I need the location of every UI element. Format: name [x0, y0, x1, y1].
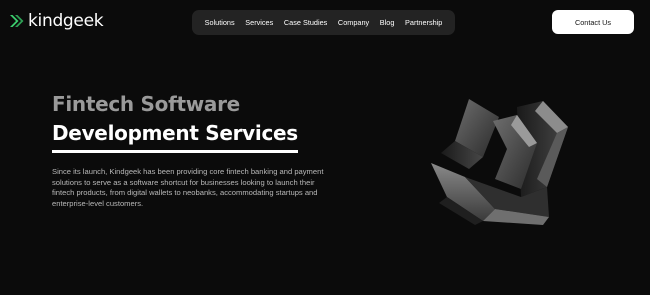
brand-logo[interactable]: kindgeek — [9, 11, 104, 31]
nav-item-case-studies[interactable]: Case Studies — [284, 18, 327, 27]
hero-title-line2: Development Services — [52, 119, 298, 153]
site-header: kindgeek Solutions Services Case Studies… — [0, 0, 650, 46]
hero-description: Since its launch, Kindgeek has been prov… — [52, 167, 324, 208]
contact-us-button[interactable]: Contact Us — [552, 10, 634, 34]
brand-name: kindgeek — [28, 11, 104, 31]
nav-item-blog[interactable]: Blog — [380, 18, 395, 27]
nav-item-company[interactable]: Company — [338, 18, 369, 27]
nav-item-partnership[interactable]: Partnership — [405, 18, 442, 27]
double-chevron-logo-icon — [10, 15, 24, 27]
nav-item-services[interactable]: Services — [245, 18, 273, 27]
nav-item-solutions[interactable]: Solutions — [205, 18, 235, 27]
hero-title-line1: Fintech Software — [52, 92, 240, 116]
hero-title: Fintech Software Development Services — [52, 90, 298, 153]
main-nav: Solutions Services Case Studies Company … — [192, 10, 455, 35]
3d-chevron-shape-icon — [431, 99, 568, 225]
